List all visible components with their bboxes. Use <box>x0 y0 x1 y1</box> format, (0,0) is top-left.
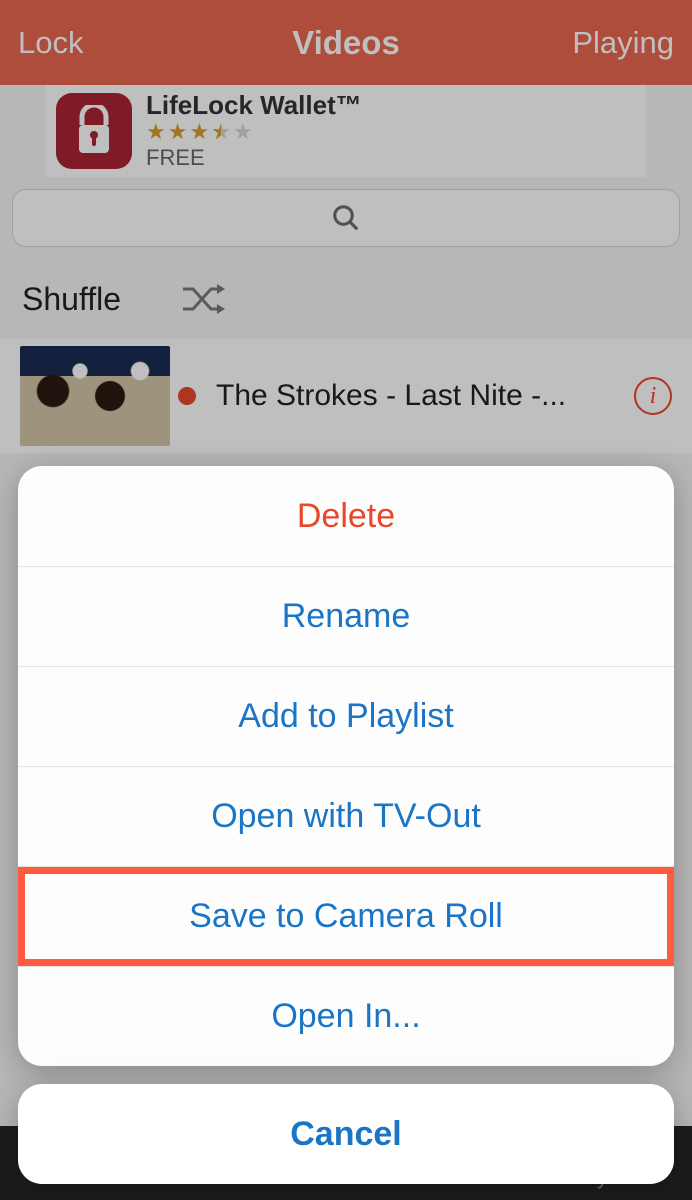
action-delete[interactable]: Delete <box>18 466 674 566</box>
action-sheet-options: Delete Rename Add to Playlist Open with … <box>18 466 674 1066</box>
action-add-to-playlist[interactable]: Add to Playlist <box>18 666 674 766</box>
action-open-in[interactable]: Open In... <box>18 966 674 1066</box>
action-sheet: Delete Rename Add to Playlist Open with … <box>18 466 674 1184</box>
action-save-to-camera-roll[interactable]: Save to Camera Roll <box>18 866 674 966</box>
action-cancel[interactable]: Cancel <box>18 1084 674 1184</box>
app-screen: Lock Videos Playing LifeLock Wallet™ ★ ★… <box>0 0 692 1200</box>
action-rename[interactable]: Rename <box>18 566 674 666</box>
action-open-tv-out[interactable]: Open with TV-Out <box>18 766 674 866</box>
